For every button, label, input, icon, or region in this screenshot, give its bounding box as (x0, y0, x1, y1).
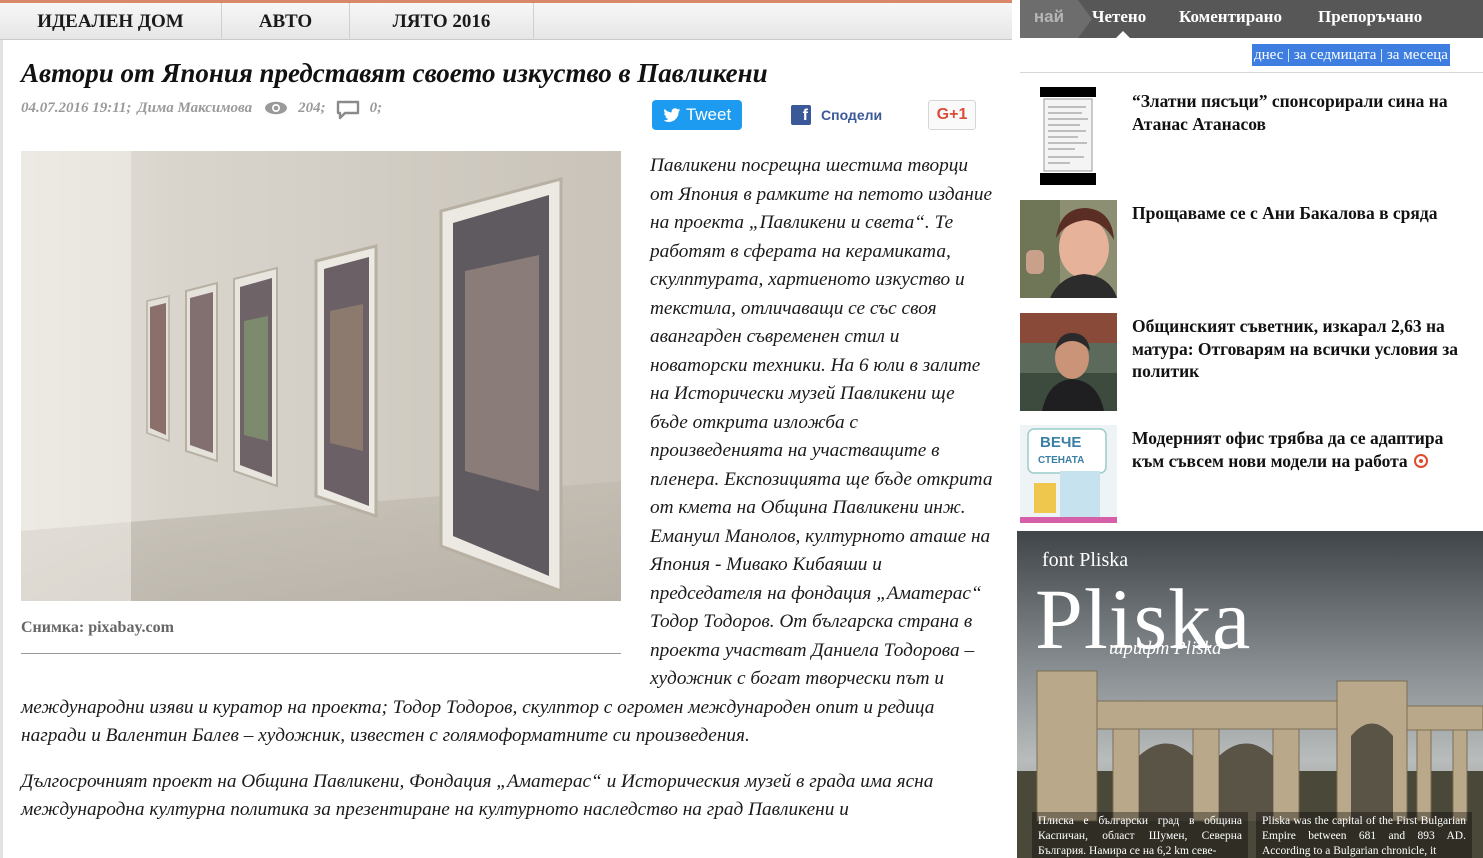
nav-item-ideal-home[interactable]: ИДЕАЛЕН ДОМ (0, 3, 222, 40)
news-thumbnail[interactable] (1020, 200, 1117, 298)
tab-prefix: най (1020, 0, 1092, 38)
article-datetime: 04.07.2016 19:11; (21, 99, 132, 116)
sidebar-divider (1020, 72, 1483, 73)
news-thumbnail[interactable] (1020, 87, 1117, 185)
comment-icon[interactable] (336, 100, 360, 120)
article-body: Павликени посрещна шестима творци от Япо… (21, 152, 993, 842)
article-author[interactable]: Дима Максимова (137, 100, 252, 117)
tweet-label: Tweet (685, 105, 732, 124)
page-left-border (0, 40, 3, 858)
tab-most-commented[interactable]: Коментирано (1179, 0, 1282, 38)
top-navigation: ИДЕАЛЕН ДОМ АВТО ЛЯТО 2016 (0, 0, 1012, 40)
share-label: Сподели (821, 107, 883, 123)
thumb-text-line1: ВЕЧЕ (1040, 434, 1082, 451)
ad-text-bulgarian: Плиска е български град в община Каспича… (1032, 812, 1248, 858)
news-title[interactable]: Модерният офис трябва да се адаптира към… (1132, 427, 1472, 472)
news-title-text: Модерният офис трябва да се адаптира към… (1132, 428, 1444, 471)
nav-item-auto[interactable]: АВТО (222, 3, 350, 40)
eye-icon (265, 101, 288, 115)
article-paragraph: Дългосрочният проект на Община Павликени… (21, 770, 934, 821)
news-title[interactable]: “Златни пясъци” спонсорирали сина на Ата… (1132, 90, 1472, 135)
news-thumbnail[interactable] (1020, 313, 1117, 411)
period-filter: днес | за седмицата | за месеца (1252, 44, 1450, 66)
active-tab-pointer (1115, 31, 1131, 39)
news-thumbnail[interactable]: ВЕЧЕ СТЕНАТА (1020, 425, 1117, 523)
article-meta: 04.07.2016 19:11; Дима Максимова 204; 0; (21, 97, 383, 120)
photo-float-spacer (21, 152, 650, 682)
facebook-icon: f (791, 105, 811, 125)
view-count: 204; (298, 99, 326, 116)
news-title[interactable]: Прощаваме се с Ани Бакалова в сряда (1132, 202, 1472, 225)
period-week[interactable]: за седмицата (1294, 47, 1376, 63)
ad-text-english: Pliska was the capital of the First Bulg… (1256, 812, 1472, 858)
thumb-text-line2: СТЕНАТА (1038, 455, 1085, 466)
news-title[interactable]: Общинският съветник, изкарал 2,63 на мат… (1132, 315, 1472, 383)
google-plus-button[interactable]: G+1 (928, 100, 976, 130)
gplus-label: G+1 (936, 106, 968, 123)
period-month[interactable]: за месеца (1387, 47, 1448, 63)
comment-count: 0; (369, 99, 383, 116)
article-title: Автори от Япония представят своето изкус… (21, 58, 768, 88)
twitter-bird-icon (663, 107, 681, 122)
tab-recommended[interactable]: Препоръчано (1318, 0, 1422, 38)
ad-subtitle: шрифт Pliska (1109, 638, 1222, 659)
nav-item-summer-2016[interactable]: ЛЯТО 2016 (350, 3, 534, 40)
tweet-button[interactable]: Tweet (652, 100, 742, 130)
facebook-share-button[interactable]: f Сподели (791, 102, 882, 128)
popular-tabs: най Четено Коментирано Препоръчано (1020, 0, 1483, 38)
sponsored-target-icon (1414, 453, 1429, 468)
period-today[interactable]: днес (1254, 47, 1283, 63)
pliska-font-ad[interactable]: font Pliska Pliska шрифт Pliska Плиска е… (1017, 531, 1483, 858)
